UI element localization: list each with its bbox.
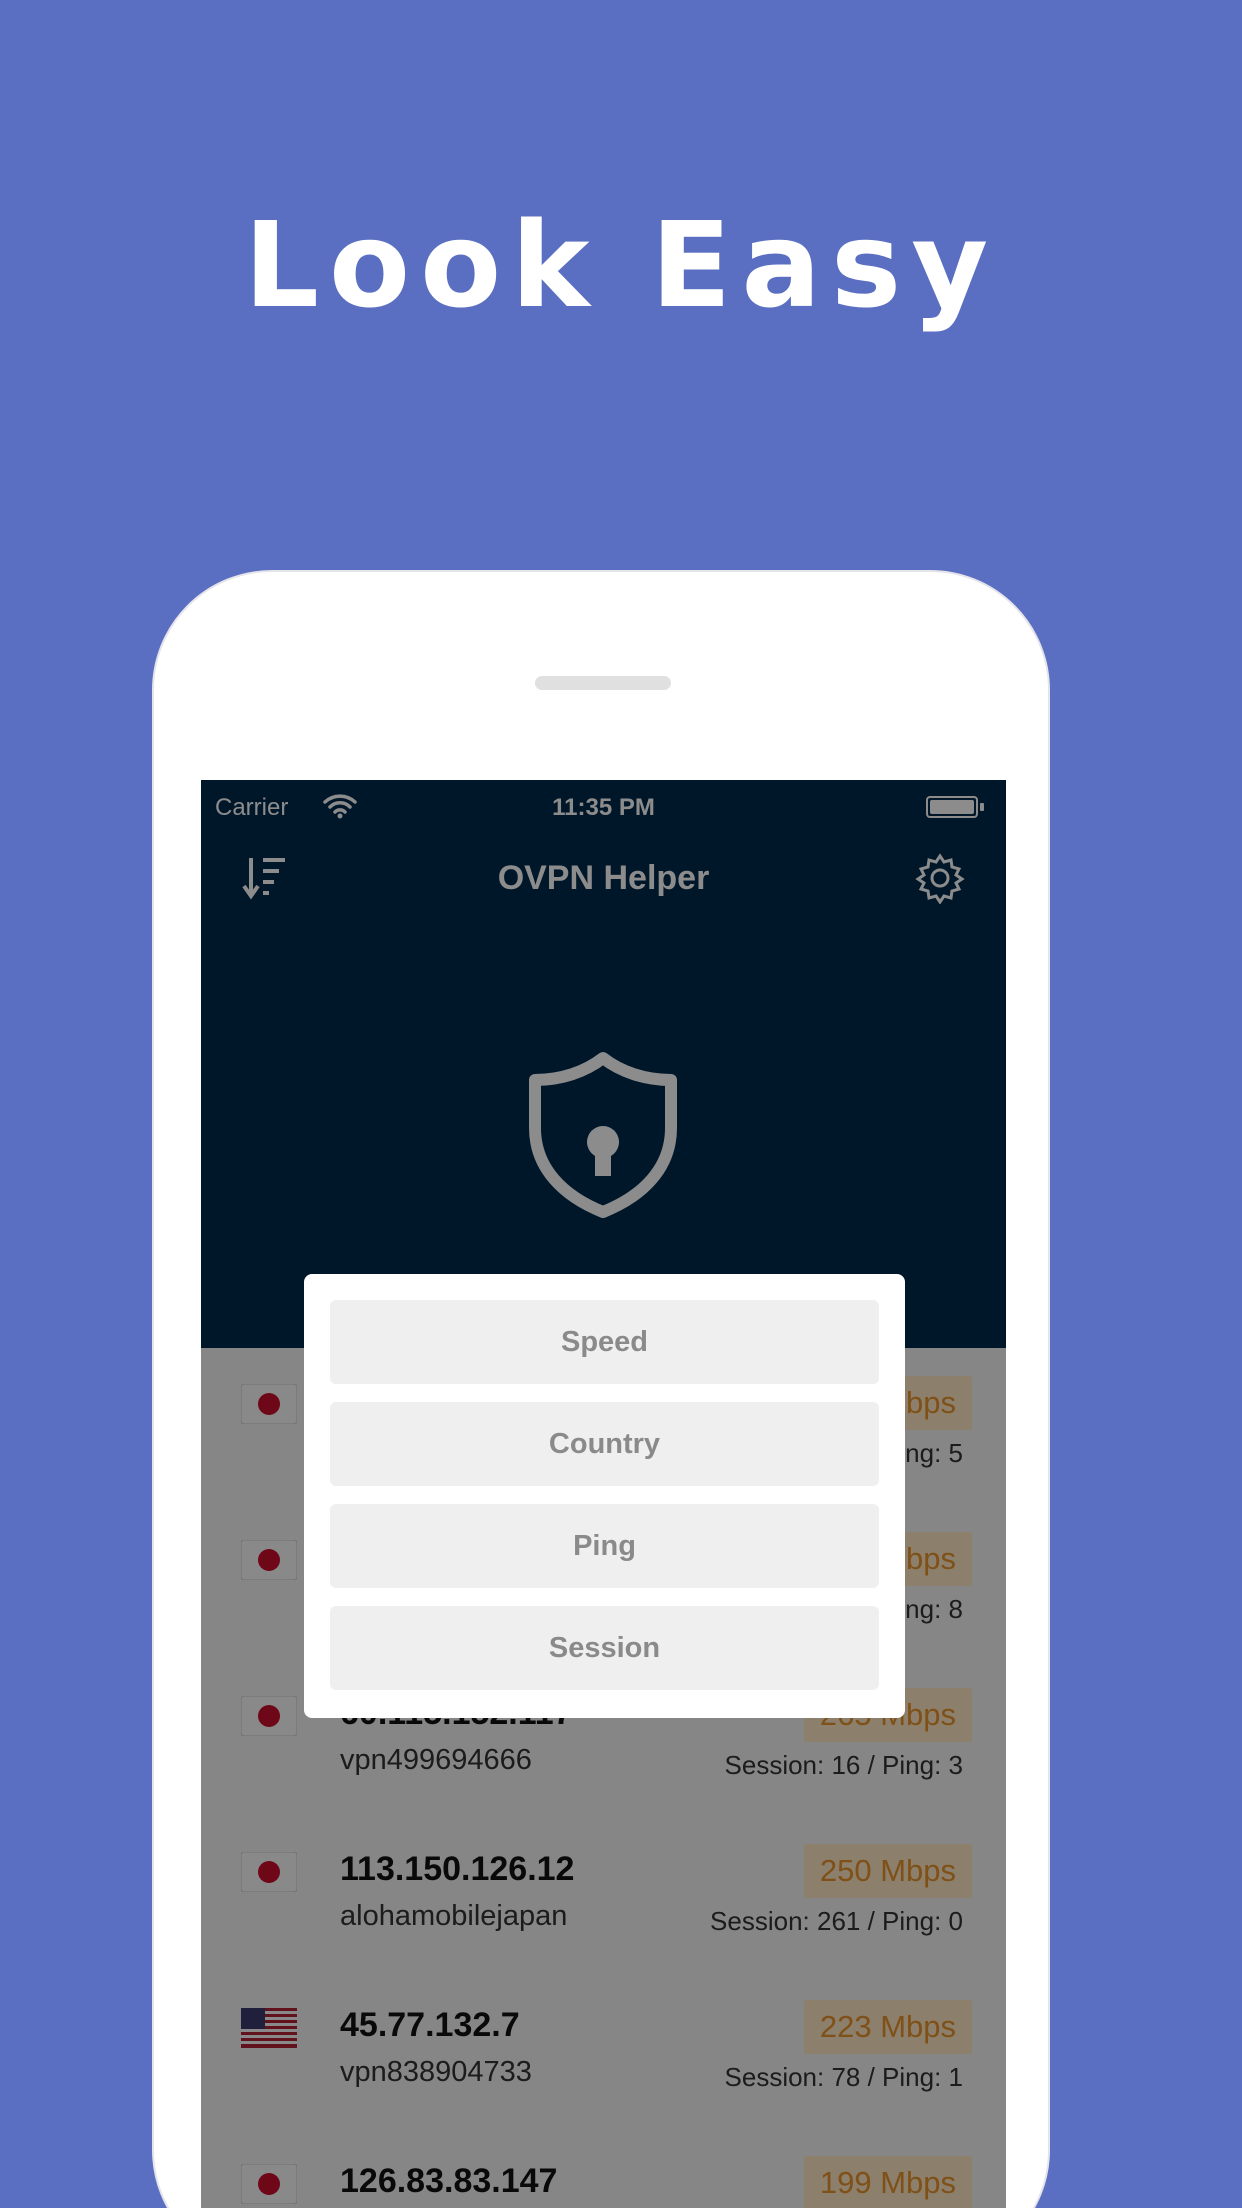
sort-session-button[interactable]: Session (330, 1606, 879, 1690)
app-screen: Carrier 11:35 PM OVPN Helper bps ng: 5 b… (201, 780, 1006, 2208)
headline: Look Easy (243, 196, 999, 334)
sort-speed-button[interactable]: Speed (330, 1300, 879, 1384)
sort-country-button[interactable]: Country (330, 1402, 879, 1486)
sort-ping-button[interactable]: Ping (330, 1504, 879, 1588)
sort-options-sheet: Speed Country Ping Session (304, 1274, 905, 1718)
phone-speaker (535, 676, 671, 690)
